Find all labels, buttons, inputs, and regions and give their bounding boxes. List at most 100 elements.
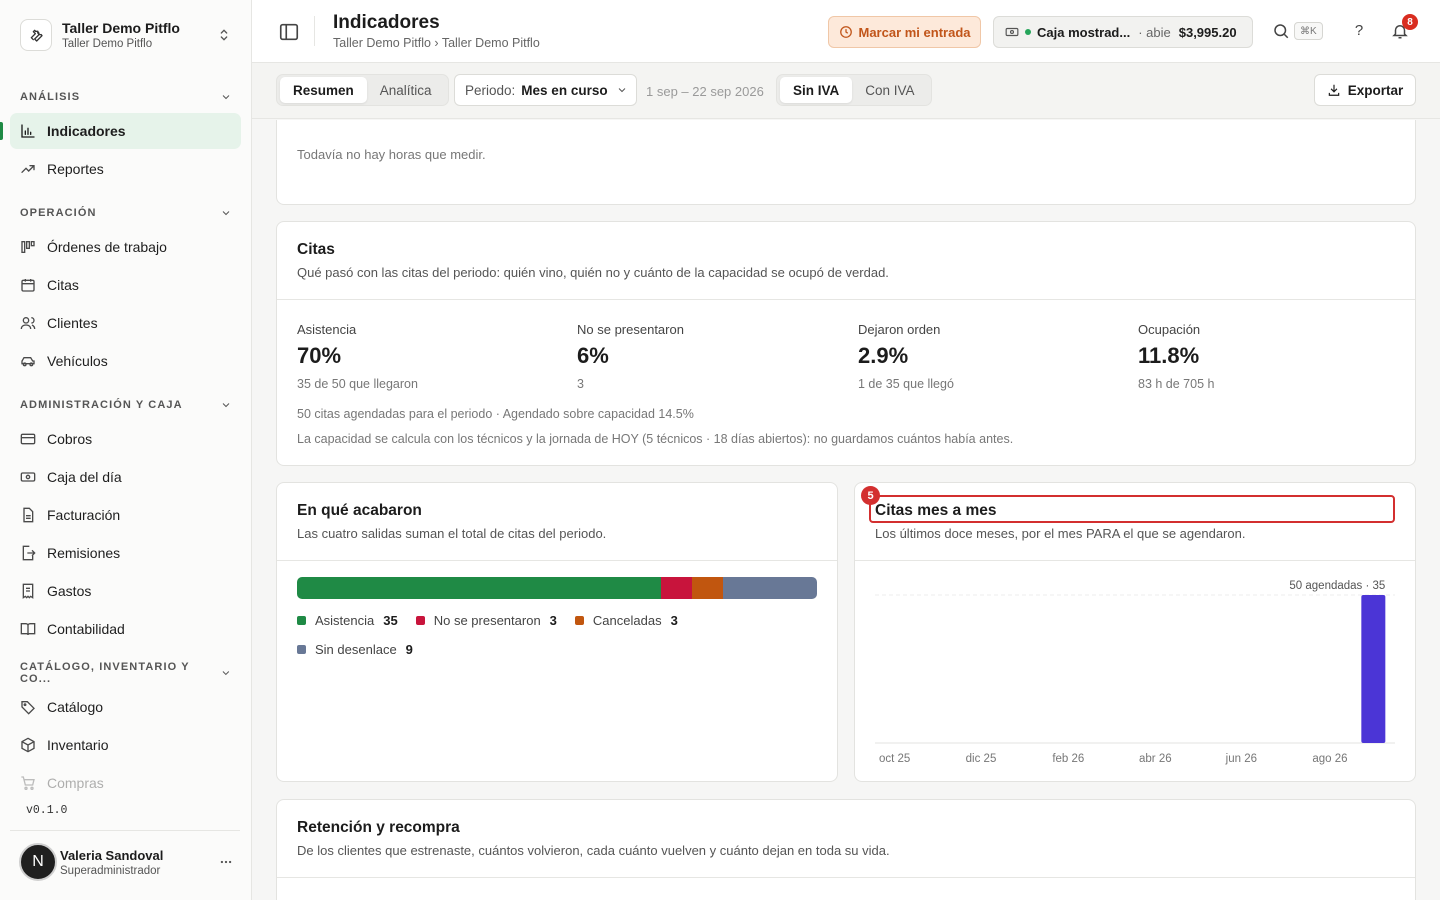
sidebar-item-caja[interactable]: Caja del día xyxy=(10,459,241,495)
user-name: Valeria Sandoval xyxy=(60,847,164,863)
section-administracion[interactable]: ADMINISTRACIÓN Y CAJA xyxy=(20,395,232,415)
cash-register-name: Caja mostrad... xyxy=(1037,24,1131,40)
bar-segment xyxy=(661,577,693,599)
sidebar-item-label: Indicadores xyxy=(47,123,126,139)
x-tick-label: dic 25 xyxy=(966,753,997,765)
avatar: N xyxy=(19,843,57,881)
sidebar-item-gastos[interactable]: Gastos xyxy=(10,573,241,609)
sidebar-item-ordenes[interactable]: Órdenes de trabajo xyxy=(10,229,241,265)
divider xyxy=(855,560,1415,561)
legend-swatch xyxy=(297,645,306,654)
cash-register-button[interactable]: Caja mostrad... · abie $3,995.20 xyxy=(993,16,1253,48)
active-indicator xyxy=(0,122,3,140)
search-shortcut: ⌘K xyxy=(1294,22,1323,40)
sidebar-item-label: Catálogo xyxy=(47,699,104,715)
section-catalogo[interactable]: CATÁLOGO, INVENTARIO Y CO... xyxy=(20,661,232,685)
chevrons-up-down-icon xyxy=(220,29,228,41)
citas-card: Citas Qué pasó con las citas del periodo… xyxy=(276,221,1416,466)
org-switcher[interactable]: Taller Demo Pitflo Taller Demo Pitflo xyxy=(10,10,242,60)
x-tick-label: jun 26 xyxy=(1225,753,1257,765)
book-icon xyxy=(20,623,36,636)
main-content[interactable]: Todavía no hay horas que medir. Citas Qu… xyxy=(252,120,1440,900)
card-title: Citas mes a mes xyxy=(875,502,997,519)
chevron-down-icon xyxy=(222,95,230,100)
app-version: v0.1.0 xyxy=(26,804,68,817)
receipt-icon xyxy=(22,583,34,599)
legend-item: No se presentaron 3 xyxy=(415,613,557,628)
tab-resumen[interactable]: Resumen xyxy=(280,77,367,103)
card-title: Retención y recompra xyxy=(297,819,460,836)
chart-bar xyxy=(1361,595,1386,743)
sidebar-item-inventario[interactable]: Inventario xyxy=(10,727,241,763)
card-subtitle: De los clientes que estrenaste, cuántos … xyxy=(297,843,890,858)
x-tick-label: feb 26 xyxy=(1052,753,1084,765)
sidebar-item-label: Remisiones xyxy=(47,545,121,561)
sidebar-item-vehiculos[interactable]: Vehículos xyxy=(10,343,241,379)
trending-up-icon xyxy=(21,165,35,173)
kanban-icon xyxy=(21,241,35,253)
kpi-ocupacion: Ocupación 11.8% 83 h de 705 h xyxy=(1138,322,1398,391)
user-menu[interactable]: N Valeria Sandoval Superadministrador xyxy=(10,840,242,884)
tags-icon xyxy=(21,701,35,715)
legend-label: Sin desenlace xyxy=(315,642,397,657)
kpi-value: 2.9% xyxy=(858,343,909,368)
sidebar-item-clientes[interactable]: Clientes xyxy=(10,305,241,341)
credit-card-icon xyxy=(20,433,36,445)
export-label: Exportar xyxy=(1347,82,1404,98)
sidebar-item-label: Clientes xyxy=(47,315,98,331)
tab-analitica[interactable]: Analítica xyxy=(367,77,445,103)
sidebar-item-label: Facturación xyxy=(47,507,121,523)
card-subtitle: Las cuatro salidas suman el total de cit… xyxy=(297,526,607,541)
monthly-bar-chart: 50 agendadas · 35 oct 25 dic 25 feb 26 abr 2… xyxy=(875,580,1395,765)
sidebar-item-compras[interactable]: Compras xyxy=(10,765,241,801)
stacked-bar xyxy=(297,577,817,599)
sidebar-item-indicadores[interactable]: Indicadores xyxy=(10,113,241,149)
sidebar-item-label: Compras xyxy=(47,775,104,791)
chevron-down-icon xyxy=(222,403,230,408)
sidebar-item-cobros[interactable]: Cobros xyxy=(10,421,241,457)
export-button[interactable]: Exportar xyxy=(1314,74,1416,106)
help-icon[interactable]: ? xyxy=(1350,22,1368,40)
sidebar-item-contabilidad[interactable]: Contabilidad xyxy=(10,611,241,647)
sidebar-item-catalogo[interactable]: Catálogo xyxy=(10,689,241,725)
sidebar-item-reportes[interactable]: Reportes xyxy=(10,151,241,187)
kpi-sub: 3 xyxy=(577,377,584,391)
period-select[interactable]: Periodo: Mes en curso xyxy=(454,74,637,106)
sidebar-item-facturacion[interactable]: Facturación xyxy=(10,497,241,533)
legend-label: No se presentaron xyxy=(433,613,541,628)
kpi-sub: 1 de 35 que llegó xyxy=(858,377,954,391)
legend: Asistencia 35 No se presentaron 3 Canceladas… xyxy=(297,613,817,657)
chevron-down-icon xyxy=(618,88,625,93)
section-analisis[interactable]: ANÁLISIS xyxy=(20,87,232,107)
view-tabs: Resumen Analítica xyxy=(276,74,449,106)
clock-in-button[interactable]: Marcar mi entrada xyxy=(828,16,981,48)
tab-con-iva[interactable]: Con IVA xyxy=(852,77,927,103)
sidebar-item-citas[interactable]: Citas xyxy=(10,267,241,303)
sidebar-item-label: Citas xyxy=(47,277,79,293)
bar-segment xyxy=(723,577,817,599)
more-horizontal-icon[interactable] xyxy=(214,850,238,874)
x-tick-label: ago 26 xyxy=(1312,753,1347,765)
legend-item: Sin desenlace 9 xyxy=(297,642,413,657)
sidebar-toggle-icon[interactable] xyxy=(278,21,300,43)
legend-swatch xyxy=(415,616,425,625)
page-title: Indicadores xyxy=(333,12,440,33)
cart-icon xyxy=(21,776,35,790)
tab-sin-iva[interactable]: Sin IVA xyxy=(780,77,853,103)
capacity-note: La capacidad se calcula con los técnicos… xyxy=(297,432,1014,446)
sidebar-item-remisiones[interactable]: Remisiones xyxy=(10,535,241,571)
sidebar-item-label: Órdenes de trabajo xyxy=(47,239,167,255)
section-label: OPERACIÓN xyxy=(20,207,97,219)
sidebar: Taller Demo Pitflo Taller Demo Pitflo AN… xyxy=(0,0,252,900)
clock-in-label: Marcar mi entrada xyxy=(858,24,971,40)
sidebar-item-label: Gastos xyxy=(47,583,92,599)
notification-badge: 8 xyxy=(1402,14,1418,30)
x-tick-label: oct 25 xyxy=(879,753,910,765)
citas-note: 50 citas agendadas para el periodo · Age… xyxy=(297,407,694,421)
period-value: Mes en curso xyxy=(521,82,608,98)
search-icon[interactable] xyxy=(1272,22,1290,40)
legend-swatch xyxy=(297,616,306,625)
section-operacion[interactable]: OPERACIÓN xyxy=(20,203,232,223)
sidebar-item-label: Caja del día xyxy=(47,469,122,485)
file-text-icon xyxy=(23,507,34,523)
